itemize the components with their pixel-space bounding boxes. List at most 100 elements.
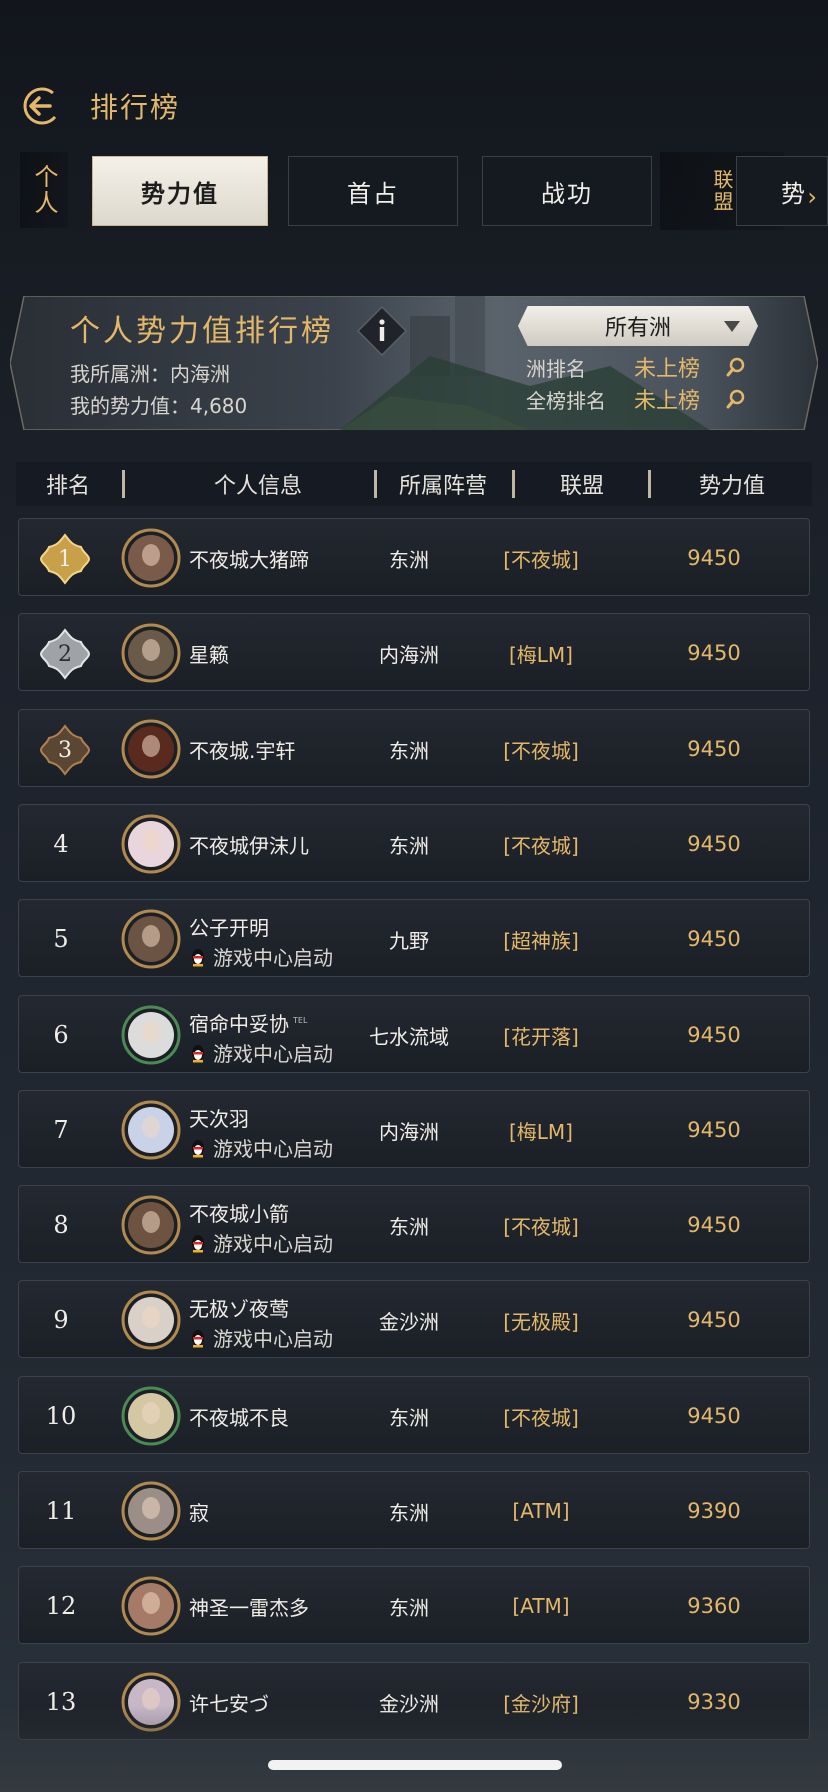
- launch-source-text: 游戏中心启动: [213, 1042, 333, 1066]
- chevron-right-icon[interactable]: ›: [807, 183, 819, 211]
- qq-penguin-icon: [192, 1139, 204, 1157]
- player-name-text: 无极ゾ夜莺: [189, 1297, 289, 1321]
- player-camp: 东洲: [389, 547, 429, 572]
- player-name: 无极ゾ夜莺: [189, 1293, 289, 1322]
- magnifier-icon[interactable]: [724, 355, 748, 379]
- rank-number: 6: [53, 1021, 69, 1049]
- qq-penguin-icon: [192, 1234, 204, 1252]
- player-alliance: [不夜城]: [503, 1214, 579, 1239]
- table-row[interactable]: 5 公子开明 游戏中心启动 九野 [超神族] 9450: [18, 899, 810, 977]
- home-indicator[interactable]: [268, 1760, 562, 1770]
- rank-number: 2: [58, 641, 72, 667]
- avatar[interactable]: [121, 1386, 181, 1446]
- column-divider: [374, 470, 377, 498]
- avatar[interactable]: [121, 1100, 181, 1160]
- rank-number: 5: [53, 925, 69, 953]
- table-row[interactable]: 3 不夜城.宇轩 东洲 [不夜城] 9450: [18, 709, 810, 787]
- player-name-text: 宿命中妥协: [189, 1012, 289, 1036]
- header: 排行榜: [0, 80, 828, 130]
- continent-select-value: 所有洲: [604, 316, 671, 341]
- player-name-text: 不夜城小箭: [189, 1202, 289, 1226]
- player-alliance: [梅LM]: [508, 642, 573, 667]
- player-alliance: [不夜城]: [503, 738, 579, 763]
- launch-source: 游戏中心启动: [189, 1323, 333, 1352]
- table-row[interactable]: 9 无极ゾ夜莺 游戏中心启动 金沙洲 [无极殿] 9450: [18, 1280, 810, 1358]
- table-row[interactable]: 1 不夜城大猪蹄 东洲 [不夜城] 9450: [18, 518, 810, 596]
- player-alliance: [花开落]: [503, 1024, 579, 1049]
- info-icon[interactable]: [355, 304, 409, 358]
- column-divider: [648, 470, 651, 498]
- rank-number: 9: [53, 1306, 69, 1334]
- player-name: 寂: [189, 1497, 209, 1526]
- bottom-fade: [0, 1706, 828, 1792]
- player-alliance: [无极殿]: [503, 1309, 579, 1334]
- rank-number: 7: [53, 1116, 69, 1144]
- magnifier-icon[interactable]: [724, 387, 748, 411]
- player-camp: 七水流域: [369, 1024, 449, 1049]
- tab-merit[interactable]: 战功: [482, 156, 652, 226]
- avatar[interactable]: [121, 1481, 181, 1541]
- launch-source-text: 游戏中心启动: [213, 1137, 333, 1161]
- global-rank-label: 全榜排名: [526, 388, 606, 413]
- player-power: 9450: [687, 1213, 741, 1237]
- continent-select[interactable]: 所有洲: [518, 306, 758, 346]
- table-row[interactable]: 2 星籁 内海洲 [梅LM] 9450: [18, 613, 810, 691]
- avatar[interactable]: [121, 1195, 181, 1255]
- column-header-power: 势力值: [698, 474, 765, 499]
- continent-rank: 洲排名 未上榜: [526, 352, 766, 382]
- table-row[interactable]: 10 不夜城不良 东洲 [不夜城] 9450: [18, 1376, 810, 1454]
- player-camp: 内海洲: [379, 642, 439, 667]
- avatar[interactable]: [121, 814, 181, 874]
- player-camp: 内海洲: [379, 1119, 439, 1144]
- column-header-camp: 所属阵营: [398, 474, 487, 499]
- rank-number: 3: [58, 737, 72, 763]
- global-rank: 全榜排名 未上榜: [526, 384, 766, 414]
- my-power: 我的势力值：4,680: [70, 394, 248, 418]
- back-arrow-icon[interactable]: [20, 84, 64, 128]
- ranking-banner: 个人势力值排行榜 我所属洲：内海洲 我的势力值：4,680 所有洲 洲排名 未上…: [10, 296, 818, 430]
- tel-badge: TEL: [293, 1016, 308, 1026]
- avatar[interactable]: [121, 623, 181, 683]
- avatar[interactable]: [121, 528, 181, 588]
- player-name: 星籁: [189, 639, 229, 668]
- player-name-text: 天次羽: [189, 1107, 249, 1131]
- tab-group-personal[interactable]: 个人: [20, 152, 68, 228]
- table-row[interactable]: 6 宿命中妥协 TEL 游戏中心启动 七水流域 [花开落] 9450: [18, 995, 810, 1073]
- rank-number: 8: [53, 1211, 69, 1239]
- tab-first-occupy[interactable]: 首占: [288, 156, 458, 226]
- tab-bar: 个人 势力值 首占 战功 联盟 势 ›: [0, 152, 828, 230]
- player-power: 9450: [687, 1023, 741, 1047]
- avatar[interactable]: [121, 909, 181, 969]
- leaderboard-page: 排行榜 个人 势力值 首占 战功 联盟 势 › 个人势力值排行榜 我所属洲：内海…: [0, 0, 828, 1792]
- column-header-alliance: 联盟: [559, 474, 604, 499]
- table-row[interactable]: 12 神圣一雷杰多 东洲 [ATM] 9360: [18, 1566, 810, 1644]
- column-header-rank: 排名: [45, 474, 90, 499]
- player-alliance: [不夜城]: [503, 547, 579, 572]
- player-name-text: 不夜城.宇轩: [189, 739, 296, 763]
- table-row[interactable]: 7 天次羽 游戏中心启动 内海洲 [梅LM] 9450: [18, 1090, 810, 1168]
- player-name: 不夜城大猪蹄: [189, 544, 309, 573]
- player-name-text: 寂: [189, 1501, 209, 1525]
- avatar[interactable]: [121, 1290, 181, 1350]
- tab-alliance-power[interactable]: 势 ›: [736, 156, 828, 226]
- avatar[interactable]: [121, 1576, 181, 1636]
- player-name: 不夜城小箭: [189, 1198, 289, 1227]
- tab-alliance-power-label: 势: [781, 179, 807, 208]
- table-row[interactable]: 8 不夜城小箭 游戏中心启动 东洲 [不夜城] 9450: [18, 1185, 810, 1263]
- qq-penguin-icon: [192, 1329, 204, 1347]
- rank-number: 1: [58, 546, 72, 572]
- player-power: 9450: [687, 1404, 741, 1428]
- player-camp: 九野: [389, 928, 429, 953]
- table-row[interactable]: 11 寂 东洲 [ATM] 9390: [18, 1471, 810, 1549]
- avatar[interactable]: [121, 1005, 181, 1065]
- player-name-text: 公子开明: [189, 916, 269, 940]
- launch-source: 游戏中心启动: [189, 1038, 333, 1067]
- player-alliance: [超神族]: [503, 928, 579, 953]
- avatar[interactable]: [121, 719, 181, 779]
- launch-source: 游戏中心启动: [189, 942, 333, 971]
- launch-source-text: 游戏中心启动: [213, 1232, 333, 1256]
- qq-penguin-icon: [192, 948, 204, 966]
- tab-power[interactable]: 势力值: [92, 156, 268, 226]
- banner-title: 个人势力值排行榜: [70, 314, 334, 349]
- table-row[interactable]: 4 不夜城伊沫儿 东洲 [不夜城] 9450: [18, 804, 810, 882]
